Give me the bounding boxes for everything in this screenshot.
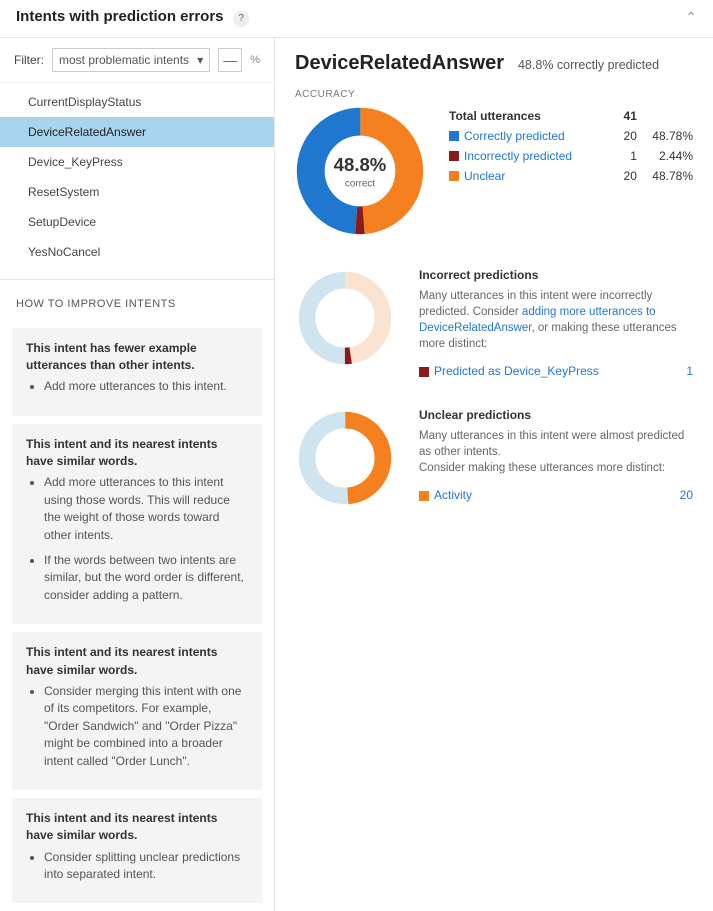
legend-row: Unclear 2048.78% [449, 166, 693, 186]
legend-count: 20 [619, 126, 637, 146]
prediction-row: Predicted as Device_KeyPress1 [419, 362, 693, 380]
legend-pct: 48.78% [637, 166, 693, 186]
prediction-count[interactable]: 1 [666, 364, 693, 378]
prediction-label[interactable]: Predicted as Device_KeyPress [434, 364, 666, 378]
prediction-label[interactable]: Activity [434, 488, 660, 502]
intent-subtitle: 48.8% correctly predicted [518, 58, 659, 72]
incorrect-text: Many utterances in this intent were inco… [419, 288, 693, 352]
filter-row: Filter: most problematic intents ▾ — % [0, 38, 274, 83]
unclear-text: Many utterances in this intent were almo… [419, 428, 693, 476]
intent-item[interactable]: CurrentDisplayStatus [0, 87, 274, 117]
accuracy-donut: 48.8% correct [295, 106, 425, 236]
accuracy-legend: Total utterances 41 Correctly predicted 2… [449, 106, 693, 186]
legend-label[interactable]: Unclear [464, 169, 505, 183]
card-heading: This intent and its nearest intents have… [26, 810, 248, 845]
intent-list: CurrentDisplayStatusDeviceRelatedAnswerD… [0, 83, 274, 279]
prediction-row: Activity20 [419, 486, 693, 504]
detail-pane: DeviceRelatedAnswer 48.8% correctly pred… [275, 38, 713, 911]
suggestion-cards: This intent has fewer example utterances… [0, 328, 274, 904]
intent-item[interactable]: ResetSystem [0, 177, 274, 207]
total-utterances-value: 41 [619, 106, 637, 126]
chevron-down-icon: ▾ [197, 53, 203, 67]
suggestion-card: This intent and its nearest intents have… [12, 632, 262, 790]
collapse-icon[interactable]: ⌃ [685, 9, 697, 26]
svg-text:48.8%: 48.8% [334, 154, 387, 175]
legend-count: 1 [619, 146, 637, 166]
suggestion-card: This intent and its nearest intents have… [12, 424, 262, 625]
card-bullet: Consider merging this intent with one of… [44, 683, 248, 770]
suggestion-card: This intent has fewer example utterances… [12, 328, 262, 416]
filter-pct-label: % [250, 54, 260, 66]
sidebar: Filter: most problematic intents ▾ — % C… [0, 38, 275, 911]
incorrect-donut [295, 268, 395, 368]
card-heading: This intent and its nearest intents have… [26, 436, 248, 471]
filter-dropdown[interactable]: most problematic intents ▾ [52, 48, 210, 72]
legend-row: Correctly predicted 2048.78% [449, 126, 693, 146]
incorrect-title: Incorrect predictions [419, 268, 693, 282]
legend-swatch [419, 491, 429, 501]
help-icon[interactable]: ? [233, 11, 249, 27]
panel-header: Intents with prediction errors ? ⌃ [0, 0, 713, 38]
card-heading: This intent has fewer example utterances… [26, 340, 248, 375]
legend-swatch [449, 131, 459, 141]
card-bullet: Add more utterances to this intent. [44, 378, 248, 395]
intent-item[interactable]: Device_KeyPress [0, 147, 274, 177]
legend-label[interactable]: Incorrectly predicted [464, 149, 572, 163]
prediction-count[interactable]: 20 [660, 488, 693, 502]
legend-pct: 2.44% [637, 146, 693, 166]
legend-label[interactable]: Correctly predicted [464, 129, 565, 143]
intent-title: DeviceRelatedAnswer [295, 52, 504, 75]
accuracy-label: ACCURACY [295, 89, 693, 100]
intent-item[interactable]: YesNoCancel [0, 237, 274, 267]
intent-item[interactable]: SetupDevice [0, 207, 274, 237]
card-bullet: If the words between two intents are sim… [44, 552, 248, 604]
unclear-title: Unclear predictions [419, 408, 693, 422]
legend-pct: 48.78% [637, 126, 693, 146]
legend-row: Incorrectly predicted 12.44% [449, 146, 693, 166]
legend-swatch [419, 367, 429, 377]
card-heading: This intent and its nearest intents have… [26, 644, 248, 679]
legend-count: 20 [619, 166, 637, 186]
legend-swatch [449, 171, 459, 181]
card-bullet: Add more utterances to this intent using… [44, 474, 248, 544]
legend-swatch [449, 151, 459, 161]
unclear-donut [295, 408, 395, 508]
svg-text:correct: correct [345, 178, 375, 189]
filter-reset-button[interactable]: — [218, 48, 242, 72]
panel-title: Intents with prediction errors [16, 8, 224, 25]
intent-item[interactable]: DeviceRelatedAnswer [0, 117, 274, 147]
total-utterances-label: Total utterances [449, 106, 619, 126]
filter-label: Filter: [14, 53, 44, 67]
card-bullet: Consider splitting unclear predictions i… [44, 849, 248, 884]
how-to-improve-title: HOW TO IMPROVE INTENTS [0, 279, 274, 320]
filter-dropdown-value: most problematic intents [59, 53, 189, 67]
suggestion-card: This intent and its nearest intents have… [12, 798, 262, 904]
